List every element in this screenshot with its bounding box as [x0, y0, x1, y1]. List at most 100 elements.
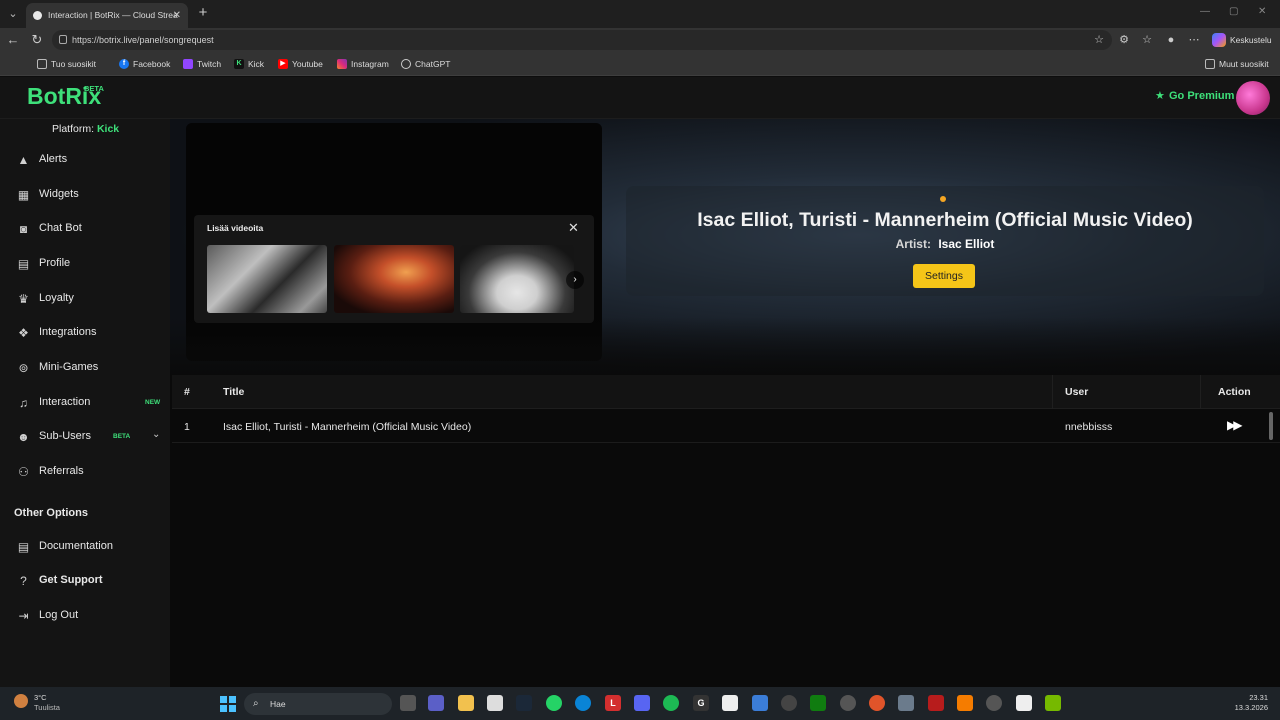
tab-actions-icon[interactable]: ⌄: [4, 5, 22, 23]
windows-logo-tile: [229, 705, 236, 712]
notepad-icon[interactable]: [722, 695, 738, 711]
app-icon[interactable]: [928, 695, 944, 711]
facebook-icon: f: [119, 59, 129, 69]
taskbar-search-input[interactable]: ⌕ Hae: [244, 693, 392, 715]
favicon-icon: [33, 11, 42, 20]
reload-button[interactable]: ↻: [28, 31, 46, 49]
maximize-icon[interactable]: ▢: [1229, 6, 1238, 17]
scrollbar[interactable]: [1269, 412, 1273, 440]
obs-icon[interactable]: [840, 695, 856, 711]
sidebar-item-sub-users[interactable]: ☻ Sub-Users BETA ⌄: [0, 422, 170, 452]
mail-icon[interactable]: [752, 695, 768, 711]
file-explorer-icon[interactable]: [458, 695, 474, 711]
settings-button[interactable]: Settings: [913, 264, 975, 288]
bookmark-facebook[interactable]: f Facebook: [119, 57, 170, 71]
favorite-star-icon[interactable]: ☆: [1094, 30, 1104, 50]
teams-icon[interactable]: [428, 695, 444, 711]
settings-icon[interactable]: [781, 695, 797, 711]
more-menu-icon[interactable]: ⋯: [1186, 32, 1202, 48]
store-icon[interactable]: [487, 695, 503, 711]
url-text: https://botrix.live/panel/songrequest: [72, 35, 214, 45]
bookmark-instagram[interactable]: Instagram: [337, 57, 389, 71]
app-icon[interactable]: [1016, 695, 1032, 711]
favorites-icon[interactable]: ☆: [1139, 32, 1155, 48]
botrix-app: BotRix BETA ★ Go Premium Platform: Kick …: [0, 77, 1280, 687]
sidebar-item-chat-bot[interactable]: ◙ Chat Bot: [0, 214, 170, 244]
close-window-icon[interactable]: ✕: [1258, 6, 1266, 17]
sidebar-item-referrals[interactable]: ⚇ Referrals: [0, 457, 170, 487]
gear-app-icon[interactable]: [898, 695, 914, 711]
warning-icon: ▲: [17, 153, 30, 167]
task-view-icon[interactable]: [400, 695, 416, 711]
table-row: 1 Isac Elliot, Turisti - Mannerheim (Off…: [172, 409, 1280, 443]
column-header-number: #: [184, 386, 190, 398]
browser-tab[interactable]: Interaction | BotRix — Cloud Strea ✕: [26, 3, 188, 28]
main-content: Lisää videoita ✕ › Isac Elliot, Turisti …: [170, 119, 1280, 687]
new-badge: NEW: [145, 399, 161, 406]
robot-icon: ◙: [19, 222, 28, 236]
copilot-button[interactable]: Keskustelu: [1210, 31, 1272, 49]
steam-icon[interactable]: [516, 695, 532, 711]
clock-time: 23.31: [1249, 693, 1268, 702]
spotify-icon[interactable]: [663, 695, 679, 711]
app-icon[interactable]: [869, 695, 885, 711]
skip-song-icon[interactable]: ▶▶: [1227, 418, 1243, 432]
start-button[interactable]: [220, 696, 236, 712]
go-premium-button[interactable]: ★ Go Premium: [1155, 90, 1234, 102]
row-user: nnebbisss: [1065, 421, 1113, 433]
sidebar-item-integrations[interactable]: ❖ Integrations: [0, 318, 170, 348]
l-app-icon[interactable]: L: [605, 695, 621, 711]
app-icon[interactable]: [986, 695, 1002, 711]
users-icon: ☻: [17, 430, 30, 444]
artist-line: Artist: Isac Elliot: [626, 237, 1264, 251]
video-thumbnail[interactable]: [207, 245, 327, 313]
video-thumbnail[interactable]: [334, 245, 454, 313]
sidebar-item-mini-games[interactable]: ⊚ Mini-Games: [0, 353, 170, 383]
sidebar-item-documentation[interactable]: ▤ Documentation: [0, 532, 170, 562]
bookmark-import[interactable]: Tuo suosikit: [37, 57, 96, 71]
extensions-icon[interactable]: ⚙: [1116, 32, 1132, 48]
edge-icon[interactable]: [575, 695, 591, 711]
profile-icon: ▤: [17, 257, 30, 271]
close-tab-icon[interactable]: ✕: [173, 3, 181, 28]
sidebar-item-alerts[interactable]: ▲ Alerts: [0, 145, 170, 175]
nvidia-icon[interactable]: [1045, 695, 1061, 711]
column-header-user: User: [1065, 386, 1089, 398]
artist-label: Artist:: [895, 237, 931, 251]
whatsapp-icon[interactable]: [546, 695, 562, 711]
more-videos-title: Lisää videoita: [207, 223, 264, 233]
back-button[interactable]: ←: [4, 31, 22, 49]
integrations-icon: ❖: [18, 326, 29, 340]
url-input[interactable]: https://botrix.live/panel/songrequest ☆: [52, 30, 1112, 50]
new-tab-button[interactable]: +: [193, 3, 213, 23]
minimize-icon[interactable]: —: [1200, 6, 1210, 17]
bookmark-kick[interactable]: K Kick: [234, 57, 264, 71]
other-bookmarks[interactable]: Muut suosikit: [1205, 57, 1269, 71]
sidebar-item-widgets[interactable]: ▦ Widgets: [0, 180, 170, 210]
platform-indicator: Platform: Kick: [52, 123, 120, 135]
copilot-icon: [1212, 33, 1226, 47]
bookmark-youtube[interactable]: ▶ Youtube: [278, 57, 323, 71]
close-icon[interactable]: ✕: [568, 220, 579, 236]
vlc-icon[interactable]: [957, 695, 973, 711]
chevron-right-icon[interactable]: ›: [566, 271, 584, 289]
system-clock[interactable]: 23.31 13.3.2026: [1228, 693, 1268, 713]
sidebar-item-interaction[interactable]: ♫ Interaction NEW: [0, 388, 170, 418]
youtube-icon: ▶: [278, 59, 288, 69]
profile-icon[interactable]: ●: [1163, 32, 1179, 48]
sidebar-item-profile[interactable]: ▤ Profile: [0, 249, 170, 279]
beta-badge: BETA: [113, 433, 131, 440]
avatar[interactable]: [1236, 81, 1270, 115]
bookmark-chatgpt[interactable]: ChatGPT: [401, 57, 450, 71]
chevron-down-icon[interactable]: ⌄: [152, 429, 160, 440]
sidebar-item-loyalty[interactable]: ♛ Loyalty: [0, 284, 170, 314]
discord-icon[interactable]: [634, 695, 650, 711]
youtube-player[interactable]: Lisää videoita ✕ ›: [186, 123, 602, 361]
address-bar: ← ↻ https://botrix.live/panel/songreques…: [0, 28, 1280, 52]
sidebar-item-get-support[interactable]: ? Get Support: [0, 566, 170, 596]
bookmark-twitch[interactable]: Twitch: [183, 57, 221, 71]
xbox-icon[interactable]: [810, 695, 826, 711]
app-icon[interactable]: G: [693, 695, 709, 711]
sidebar-item-log-out[interactable]: ⇥ Log Out: [0, 601, 170, 631]
video-thumbnail[interactable]: [460, 245, 574, 313]
